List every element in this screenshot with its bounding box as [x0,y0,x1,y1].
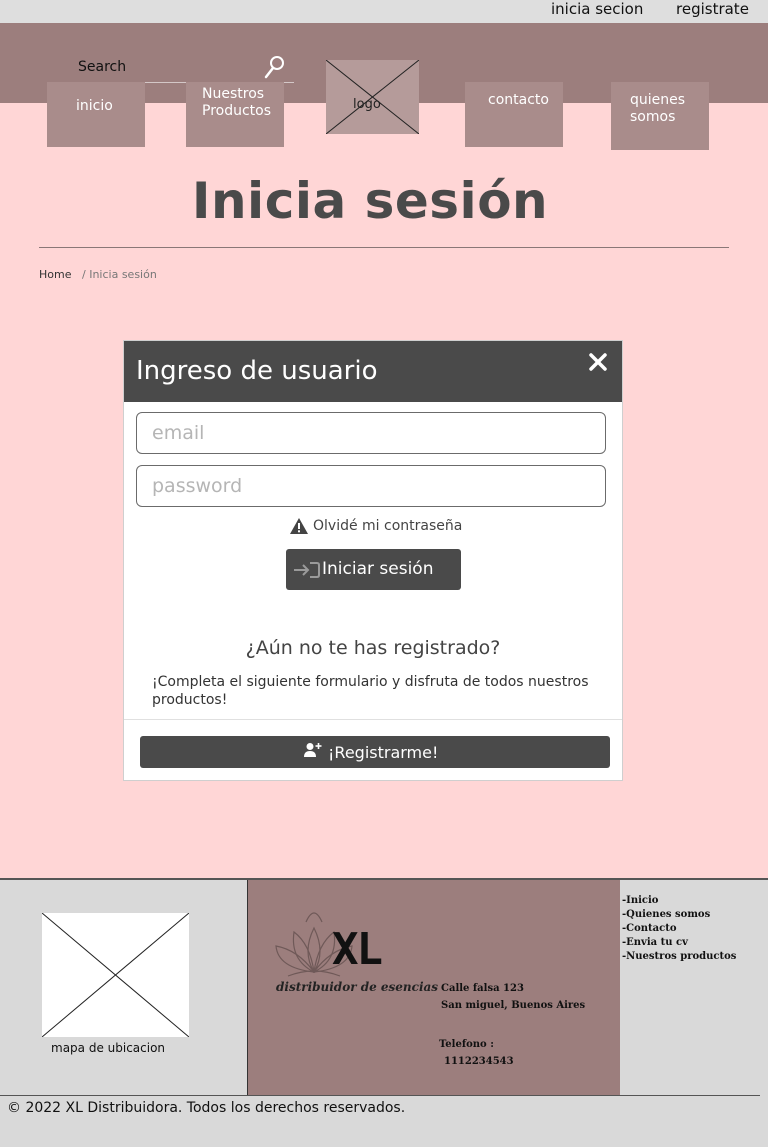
nav-inicio[interactable]: inicio [47,82,145,147]
image-placeholder-icon [41,912,190,1038]
nav-quienes-label: quienes somos [630,92,686,125]
footer-link-nuestros-productos[interactable]: -Nuestros productos [622,950,736,964]
footer-link-inicio[interactable]: -Inicio [622,894,736,908]
footer-link-quienes-somos[interactable]: -Quienes somos [622,908,736,922]
modal-divider [124,719,622,720]
modal-header: Ingreso de usuario [124,341,622,402]
footer-links: -Inicio -Quienes somos -Contacto -Envia … [622,894,736,964]
map-caption: mapa de ubicacion [51,1041,166,1055]
phone-number: 1112234543 [444,1056,514,1067]
breadcrumb-current: Inicia sesión [89,268,157,281]
search-input[interactable]: Search [78,59,126,75]
password-field[interactable] [136,465,606,507]
breadcrumb-home[interactable]: Home [39,268,71,281]
search-box[interactable]: Search [78,55,294,83]
sign-in-icon [294,562,320,578]
login-button-label: Iniciar sesión [322,559,434,579]
user-plus-icon [304,743,322,757]
phone-label: Telefono : [439,1039,494,1050]
nav-productos[interactable]: Nuestros Productos [186,82,284,147]
address-line-1: Calle falsa 123 [441,983,524,994]
login-button[interactable]: Iniciar sesión [286,549,461,590]
map-placeholder[interactable] [41,912,190,1038]
login-link[interactable]: inicia secion [551,0,643,18]
forgot-password-link[interactable]: Olvidé mi contraseña [290,518,462,534]
warning-icon [290,518,308,534]
register-description: ¡Completa el siguiente formulario y disf… [152,674,589,708]
register-button[interactable]: ¡Registrarme! [140,736,610,768]
title-divider [39,247,729,248]
nav-contacto[interactable]: contacto [465,82,563,147]
footer-link-contacto[interactable]: -Contacto [622,922,736,936]
close-icon[interactable] [589,353,607,371]
breadcrumb: Home / Inicia sesión [39,268,157,281]
login-modal: Ingreso de usuario Olvidé mi contraseña … [123,340,623,781]
magnifier-icon[interactable] [264,55,286,79]
logo-placeholder[interactable]: logo [326,60,419,134]
footer-link-envia-cv[interactable]: -Envia tu cv [622,936,736,950]
page-title: Inicia sesión [191,172,549,230]
forgot-password-label: Olvidé mi contraseña [313,518,463,534]
register-question: ¿Aún no te has registrado? [245,637,501,659]
email-field[interactable] [136,412,606,454]
copyright-text: © 2022 XL Distribuidora. Todos los derec… [7,1100,406,1116]
modal-title: Ingreso de usuario [136,356,378,386]
address-line-2: San miguel, Buenos Aires [441,1000,586,1011]
register-link[interactable]: registrate [676,0,749,18]
register-button-label: ¡Registrarme! [328,743,439,762]
nav-productos-label: Nuestros Productos [202,86,272,119]
logo-label: logo [353,97,381,112]
top-bar: inicia secion registrate [0,0,768,23]
nav-inicio-label: inicio [76,98,113,114]
nav-quienes-somos[interactable]: quienes somos [611,82,709,150]
breadcrumb-separator: / [81,268,86,281]
footer-brand-panel: XL distribuidor de esencias Calle falsa … [248,880,620,1096]
site-footer: mapa de ubicacion XL distribuidor de ese… [0,878,768,1096]
brand-tagline: distribuidor de esencias [276,980,439,994]
nav-contacto-label: contacto [488,92,549,108]
copyright-bar: © 2022 XL Distribuidora. Todos los derec… [0,1096,768,1147]
brand-name: XL [332,924,383,975]
